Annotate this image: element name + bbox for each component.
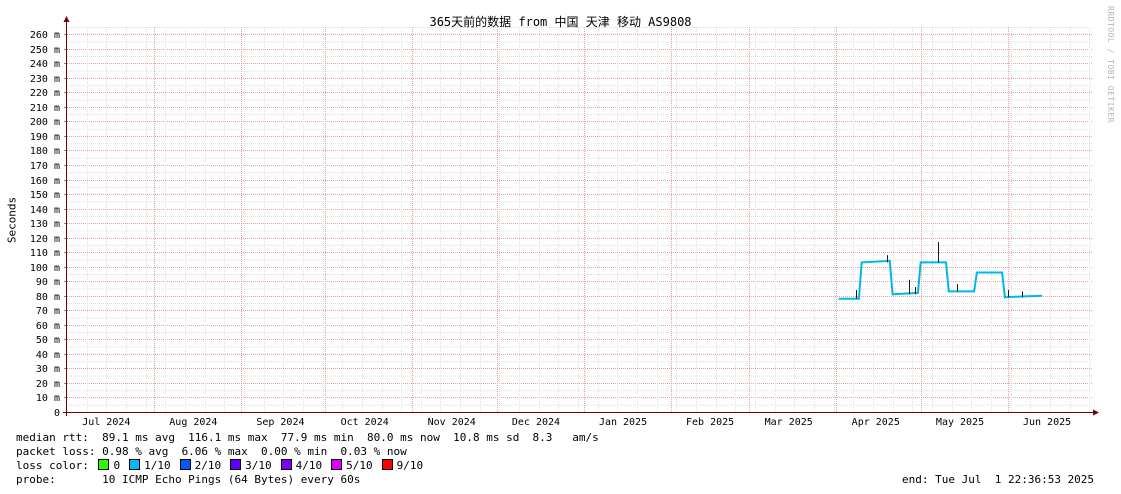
- y-tick-label: 100 m: [30, 263, 60, 274]
- end-timestamp: end: Tue Jul 1 22:36:53 2025: [902, 473, 1095, 486]
- loss-color-swatch: [381, 459, 393, 470]
- y-tick-label: 130 m: [30, 219, 60, 230]
- y-tick-label: 150 m: [30, 190, 60, 201]
- y-tick-label: 190 m: [30, 132, 60, 143]
- loss-color-swatch: [280, 459, 292, 470]
- loss-color-swatch: [230, 459, 242, 470]
- y-tick-label: 220 m: [30, 88, 60, 99]
- x-tick-label: Jun 2025: [1023, 417, 1071, 428]
- loss-color-label-1: 1/10: [144, 459, 171, 472]
- y-tick-label: 240 m: [30, 59, 60, 70]
- series-point: [945, 261, 947, 264]
- y-tick-label: 50 m: [36, 335, 60, 346]
- y-axis-label: Seconds: [5, 196, 19, 244]
- x-axis-arrow: [1093, 409, 1099, 416]
- loss-color-label-6: 9/10: [396, 459, 424, 472]
- series-point: [1004, 296, 1006, 299]
- series-point: [1040, 294, 1043, 297]
- y-tick-label: 90 m: [36, 277, 60, 288]
- x-tick-label: Oct 2024: [341, 417, 389, 428]
- loss-color-legend: loss color: 0 1/10 2/10 3/10 4/10 5/10 9/10: [16, 459, 429, 473]
- series-point: [976, 271, 978, 274]
- loss-color-swatch: [331, 459, 343, 470]
- x-tick-label: Feb 2025: [686, 417, 734, 428]
- x-tick-label: Sep 2024: [256, 417, 304, 428]
- series-point: [838, 297, 841, 300]
- y-tick-label: 40 m: [36, 350, 60, 361]
- loss-color-label-3: 3/10: [245, 459, 272, 472]
- x-tick-label: Nov 2024: [428, 417, 476, 428]
- loss-color-item: 2/10: [177, 459, 228, 472]
- y-tick-label: 70 m: [36, 306, 60, 317]
- loss-color-item: 9/10: [379, 459, 430, 472]
- loss-color-items: 0 1/10 2/10 3/10 4/10 5/10 9/10: [95, 459, 429, 472]
- loss-color-label-4: 4/10: [295, 459, 323, 472]
- y-tick-label: 60 m: [36, 321, 60, 332]
- series-point: [1001, 271, 1003, 274]
- y-tick-label: 140 m: [30, 205, 60, 216]
- loss-color-label-2: 2/10: [194, 459, 222, 472]
- y-tick-label: 120 m: [30, 234, 60, 245]
- y-tick-label: 20 m: [36, 379, 60, 390]
- y-tick-label: 170 m: [30, 161, 60, 172]
- x-tick-label: May 2025: [936, 417, 984, 428]
- loss-color-item: 4/10: [278, 459, 329, 472]
- chart-canvas: 0 10 m 20 m 30 m 40 m 50 m 60 m 70 m 80 m 90 m 100…: [30, 16, 1099, 428]
- x-tick-label: Apr 2025: [852, 417, 900, 428]
- y-tick-label: 210 m: [30, 103, 60, 114]
- x-tick-label: Aug 2024: [169, 417, 217, 428]
- loss-color-label-5: 5/10: [346, 459, 373, 472]
- series-point: [973, 290, 975, 293]
- y-tick-label: 160 m: [30, 176, 60, 187]
- y-tick-label: 200 m: [30, 117, 60, 128]
- series-point: [860, 261, 863, 264]
- chart-title: 365天前的数据 from 中国 天津 移动 AS9808: [429, 15, 692, 29]
- loss-color-label: loss color:: [16, 459, 89, 472]
- packet-loss-line: packet loss: 0.98 % avg 6.06 % max 0.00 …: [16, 445, 407, 458]
- y-tick-label: 0: [54, 408, 60, 419]
- y-tick-label: 110 m: [30, 248, 60, 259]
- probe-line: probe: 10 ICMP Echo Pings (64 Bytes) eve…: [16, 473, 361, 486]
- y-tick-label: 80 m: [36, 292, 60, 303]
- y-tick-label: 230 m: [30, 74, 60, 85]
- y-tick-label: 30 m: [36, 364, 60, 375]
- series-point: [919, 261, 922, 264]
- series-point: [858, 297, 860, 300]
- y-tick-label: 180 m: [30, 146, 60, 157]
- rrdtool-watermark: RRDTOOL / TOBI OETIKER: [1106, 6, 1115, 123]
- x-tick-label: Jul 2024: [82, 417, 130, 428]
- series-point: [947, 290, 950, 293]
- y-tick-label: 10 m: [36, 393, 60, 404]
- loss-color-label-0: 0: [113, 459, 121, 472]
- median-rtt-line: median rtt: 89.1 ms avg 116.1 ms max 77.…: [16, 431, 599, 444]
- loss-color-swatch: [129, 459, 141, 470]
- series-point: [891, 293, 894, 296]
- x-tick-label: Jan 2025: [599, 417, 647, 428]
- series-point: [888, 260, 891, 262]
- x-tick-label: Mar 2025: [765, 417, 813, 428]
- loss-color-item: 1/10: [126, 459, 177, 472]
- loss-color-item: 0: [95, 459, 126, 472]
- x-tick-label: Dec 2024: [512, 417, 560, 428]
- loss-color-item: 5/10: [328, 459, 379, 472]
- y-tick-label: 250 m: [30, 45, 60, 56]
- series-point: [917, 292, 919, 294]
- y-tick-label: 260 m: [30, 30, 60, 41]
- loss-color-swatch: [98, 459, 110, 470]
- loss-color-item: 3/10: [227, 459, 278, 472]
- loss-color-swatch: [179, 459, 191, 470]
